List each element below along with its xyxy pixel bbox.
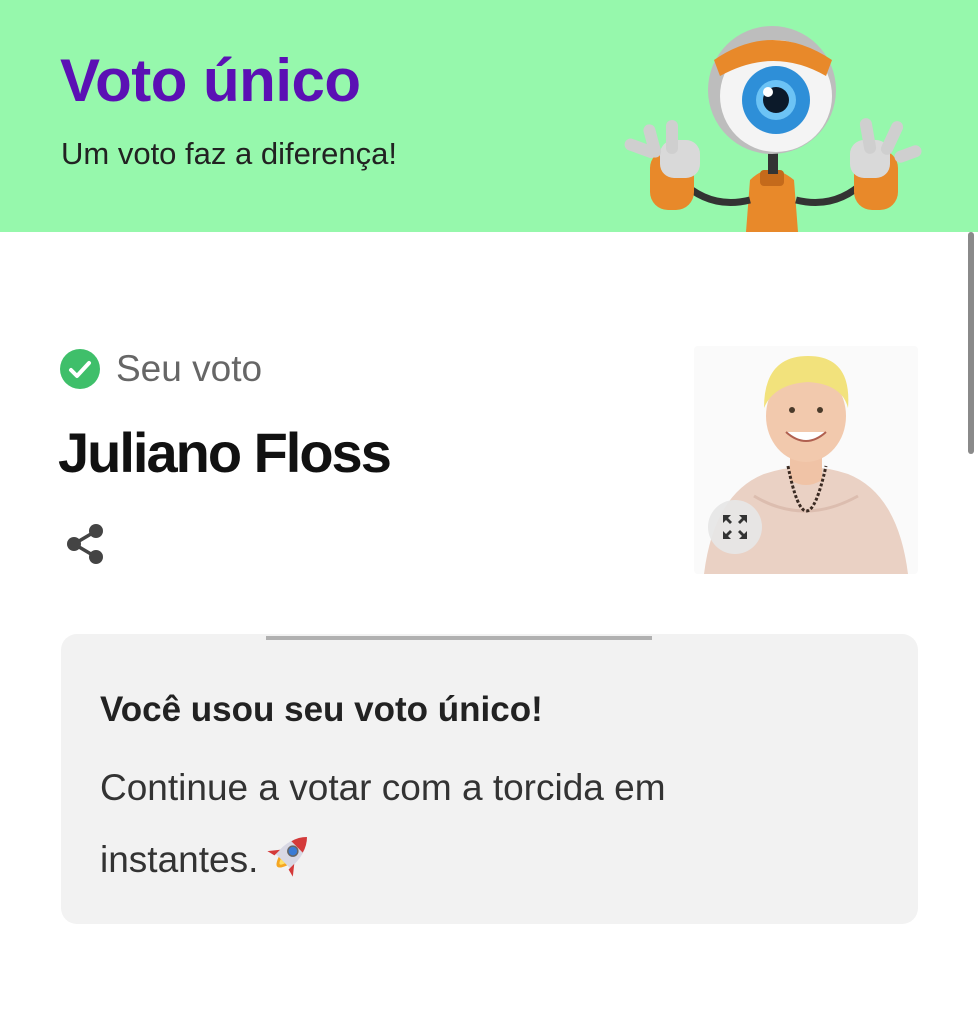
message-body: Continue a votar com a torcida em instan…	[100, 767, 666, 880]
page-subtitle: Um voto faz a diferença!	[61, 136, 397, 171]
message-title: Você usou seu voto único!	[100, 690, 543, 729]
vote-status-label: Seu voto	[116, 348, 263, 389]
message-body-container: Continue a votar com a torcida em instan…	[100, 752, 820, 896]
scrollbar[interactable]	[968, 232, 974, 454]
mascot-eye-robot-icon	[624, 26, 922, 232]
candidate-name: Juliano Floss	[58, 421, 392, 484]
expand-photo-button[interactable]	[708, 500, 762, 554]
share-icon[interactable]	[60, 518, 112, 570]
vote-status: Seu voto	[60, 348, 262, 390]
page-title: Voto único	[60, 47, 361, 114]
rocket-icon	[267, 837, 308, 877]
expand-icon	[723, 515, 747, 539]
header-banner: Voto único Um voto faz a diferença!	[0, 0, 978, 232]
card-divider	[266, 636, 652, 640]
check-circle-icon	[60, 349, 100, 389]
